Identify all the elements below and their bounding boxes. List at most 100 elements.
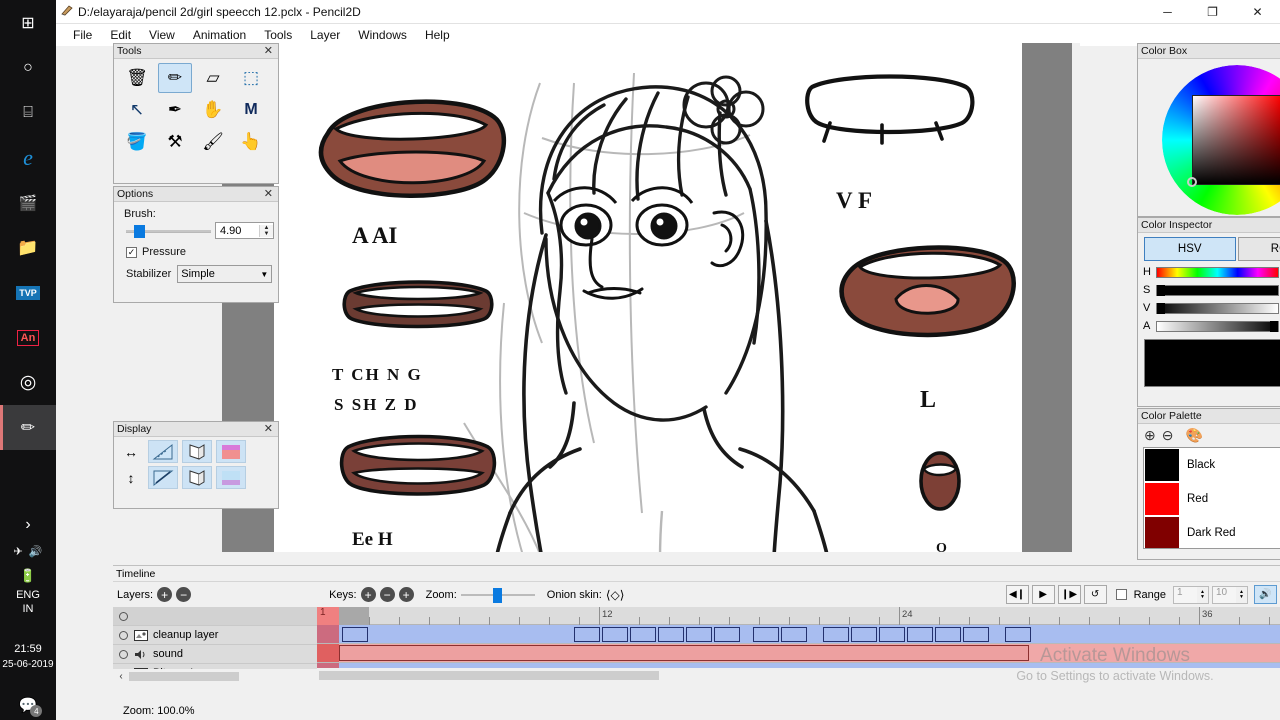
language-indicator[interactable]: ENG IN bbox=[0, 588, 56, 616]
range-end-stepper[interactable]: 10 ▲ ▼ bbox=[1212, 585, 1248, 604]
step-forward-button[interactable]: ❙▶ bbox=[1057, 585, 1081, 604]
list-item[interactable]: Red bbox=[1144, 482, 1280, 516]
layer-row-sound[interactable]: sound bbox=[113, 645, 317, 664]
step-back-button[interactable]: ◀❙ bbox=[1005, 585, 1029, 604]
brush-slider-knob[interactable] bbox=[134, 224, 145, 238]
timeline-scroll-thumb[interactable] bbox=[319, 670, 659, 680]
palette-swatch-list[interactable]: Black Red Dark Red ∧ ∨ bbox=[1143, 447, 1280, 549]
remove-swatch-icon[interactable]: ⊖ bbox=[1162, 427, 1174, 444]
onion-skin-icon[interactable]: ⟨◇⟩ bbox=[606, 588, 625, 602]
select-tool-button[interactable]: ⬚ bbox=[234, 63, 268, 93]
tools-close-icon[interactable]: ✕ bbox=[262, 45, 275, 57]
list-item[interactable]: Black bbox=[1144, 448, 1280, 482]
drawing-canvas[interactable]: A AI T CH N G S SH Z D Ee H V F L O bbox=[274, 43, 1022, 561]
timeline-horizontal-scrollbar[interactable]: › bbox=[317, 668, 1280, 682]
track-cleanup-layer[interactable] bbox=[317, 625, 1280, 644]
clock[interactable]: 21:59 25-06-2019 bbox=[0, 642, 56, 672]
list-item[interactable]: Dark Red bbox=[1144, 516, 1280, 548]
track-sound-layer[interactable] bbox=[317, 644, 1280, 663]
pen-tool-button[interactable]: ✒ bbox=[158, 95, 192, 125]
adobe-animate-button[interactable]: An bbox=[0, 315, 56, 360]
smudge-tool-button[interactable]: 👆 bbox=[234, 127, 268, 157]
flip-vertical-button[interactable] bbox=[182, 466, 212, 489]
pencil2d-taskbar-button[interactable]: ✏ bbox=[0, 405, 56, 450]
brush-stepper-arrows[interactable]: ▲ ▼ bbox=[259, 224, 273, 237]
visibility-toggle[interactable] bbox=[119, 611, 128, 621]
visibility-toggle[interactable] bbox=[119, 649, 128, 659]
brush-size-stepper[interactable]: 4.90 ▲ ▼ bbox=[215, 222, 274, 239]
range-start-arrows[interactable]: ▲ ▼ bbox=[1197, 586, 1208, 603]
scroll-left-icon[interactable]: ‹ bbox=[113, 671, 129, 682]
range-end-arrows[interactable]: ▲ ▼ bbox=[1236, 586, 1247, 603]
menu-animation[interactable]: Animation bbox=[184, 26, 255, 44]
remove-key-button[interactable]: − bbox=[379, 587, 395, 602]
menu-layer[interactable]: Layer bbox=[301, 26, 349, 44]
swatch-color[interactable] bbox=[1145, 449, 1179, 481]
start-button[interactable]: ⊞ bbox=[0, 0, 56, 45]
play-button[interactable]: ▶ bbox=[1031, 585, 1055, 604]
move-tool-button[interactable]: ↖ bbox=[120, 95, 154, 125]
channel-a-handle[interactable] bbox=[1270, 320, 1278, 332]
canvas-vertical-scrollbar[interactable] bbox=[1072, 43, 1080, 559]
pressure-checkbox[interactable]: ✓ bbox=[126, 246, 137, 258]
timeline-zoom-slider[interactable] bbox=[460, 587, 535, 603]
polyline-tool-button[interactable]: M bbox=[234, 95, 268, 125]
channel-h-slider[interactable] bbox=[1156, 266, 1279, 278]
task-view-button[interactable]: ⌸ bbox=[0, 90, 56, 135]
channel-a-slider[interactable] bbox=[1156, 320, 1279, 332]
bucket-tool-button[interactable]: 🪣 bbox=[120, 127, 154, 157]
menu-tools[interactable]: Tools bbox=[255, 26, 301, 44]
maximize-button[interactable]: ❐ bbox=[1190, 0, 1235, 24]
tab-hsv[interactable]: HSV bbox=[1144, 237, 1236, 261]
pencil-tool-button[interactable]: ✏ bbox=[158, 63, 192, 93]
saturation-value-square[interactable] bbox=[1191, 95, 1280, 185]
options-close-icon[interactable]: ✕ bbox=[262, 188, 275, 200]
palette-picker-icon[interactable]: 🎨 bbox=[1185, 427, 1202, 444]
color-wheel[interactable] bbox=[1161, 65, 1280, 215]
clear-tool-button[interactable]: 🗑 bbox=[120, 63, 154, 93]
channel-s-slider[interactable] bbox=[1156, 284, 1279, 296]
eyedropper-tool-button[interactable]: ⚒ bbox=[158, 127, 192, 157]
range-start-stepper[interactable]: 1 ▲ ▼ bbox=[1173, 585, 1209, 604]
loop-button[interactable]: ↺ bbox=[1083, 585, 1107, 604]
show-hidden-icons-button[interactable]: › bbox=[0, 512, 56, 538]
ionic-app-button[interactable]: ◎ bbox=[0, 360, 56, 405]
cortana-button[interactable]: ○ bbox=[0, 45, 56, 90]
layer-horizontal-scrollbar[interactable]: ‹ bbox=[113, 669, 317, 683]
tray-icons[interactable]: ✈ 🔊 bbox=[0, 538, 56, 564]
visibility-toggle[interactable] bbox=[119, 630, 128, 640]
layer-row-cleanup[interactable]: cleanup layer bbox=[113, 626, 317, 645]
display-close-icon[interactable]: ✕ bbox=[262, 423, 275, 435]
canvas-area[interactable]: A AI T CH N G S SH Z D Ee H V F L O bbox=[222, 43, 1079, 561]
brush-tool-button[interactable]: 🖌 bbox=[196, 127, 230, 157]
hand-tool-button[interactable]: ✋ bbox=[196, 95, 230, 125]
menu-edit[interactable]: Edit bbox=[101, 26, 140, 44]
sv-cursor[interactable] bbox=[1186, 177, 1197, 187]
channel-v-handle[interactable] bbox=[1157, 302, 1165, 314]
minimize-button[interactable]: ─ bbox=[1145, 0, 1190, 24]
angle-alt-button[interactable] bbox=[148, 466, 178, 489]
canvas-horizontal-scrollbar[interactable] bbox=[222, 552, 1079, 560]
menu-help[interactable]: Help bbox=[416, 26, 459, 44]
sound-clip[interactable] bbox=[339, 645, 1029, 661]
overlay-blue-button[interactable] bbox=[216, 466, 246, 489]
layer-scroll-thumb[interactable] bbox=[129, 671, 239, 681]
menu-file[interactable]: File bbox=[64, 26, 101, 44]
timeline-ruler[interactable]: 1 12 24 36 bbox=[317, 607, 1280, 625]
add-key-button[interactable]: + bbox=[360, 587, 376, 602]
menu-view[interactable]: View bbox=[140, 26, 184, 44]
flip-horizontal-button[interactable] bbox=[182, 440, 212, 463]
menu-windows[interactable]: Windows bbox=[349, 26, 416, 44]
tvp-app-button[interactable]: TVP bbox=[0, 270, 56, 315]
remove-layer-button[interactable]: − bbox=[176, 587, 192, 602]
angle-button[interactable] bbox=[148, 440, 178, 463]
swatch-color[interactable] bbox=[1145, 517, 1179, 548]
duplicate-key-button[interactable]: + bbox=[398, 587, 414, 602]
edge-browser-button[interactable]: e bbox=[0, 135, 56, 180]
zoom-slider-knob[interactable] bbox=[492, 587, 502, 603]
layer-row-header[interactable] bbox=[113, 607, 317, 626]
add-swatch-icon[interactable]: ⊕ bbox=[1144, 427, 1156, 444]
timeline-tracks[interactable]: 1 12 24 36 bbox=[317, 607, 1280, 682]
channel-v-slider[interactable] bbox=[1156, 302, 1279, 314]
eraser-tool-button[interactable]: ▱ bbox=[196, 63, 230, 93]
